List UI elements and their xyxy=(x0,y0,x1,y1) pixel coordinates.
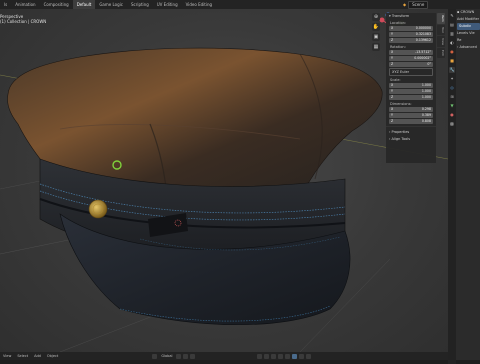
rotation-y-field[interactable]: Y 0.000002° xyxy=(389,56,433,61)
rotation-x-field[interactable]: X -13.5712° xyxy=(389,50,433,55)
tab-video-editing[interactable]: Video Editing xyxy=(182,0,216,9)
transform-orientation-select[interactable]: Global xyxy=(158,354,175,358)
tab-scripting[interactable]: Scripting xyxy=(127,0,153,9)
tab-game-logic[interactable]: Game Logic xyxy=(95,0,127,9)
tab-compositing[interactable]: Compositing xyxy=(40,0,73,9)
sidebar-tabs: Item Tool View Edit xyxy=(437,13,447,58)
scene-icon-tab[interactable]: ◐ xyxy=(449,40,455,46)
select-menu[interactable]: Select xyxy=(14,354,31,358)
modifier-wrench-icon[interactable]: 🔧 xyxy=(449,67,455,73)
sidebar-transform-panel: ▾ Transform Location: X 0.000000 Y 0.32108… xyxy=(386,13,436,163)
constraints-icon[interactable]: ⊞ xyxy=(449,94,455,100)
rotation-z-field[interactable]: Z 0° xyxy=(389,62,433,67)
tab-tool[interactable]: Tool xyxy=(437,24,445,35)
tab-edit[interactable]: Edit xyxy=(437,47,445,58)
location-y-field[interactable]: Y 0.321083 xyxy=(389,32,433,37)
location-z-field[interactable]: Z 0.139612 xyxy=(389,38,433,43)
modifier-panel: ▪ CROWN Add Modifier Subdiv Levels Vie R… xyxy=(457,9,480,51)
view-menu[interactable]: View xyxy=(0,354,14,358)
scale-z-field[interactable]: Z 1.000 xyxy=(389,95,433,100)
solid-shading-icon[interactable] xyxy=(292,353,298,359)
tab-default[interactable]: Default xyxy=(72,0,96,9)
output-icon[interactable]: ▥ xyxy=(449,31,455,37)
add-modifier-button[interactable]: Add Modifier xyxy=(457,16,480,23)
texture-icon[interactable]: ▩ xyxy=(449,121,455,127)
particles-icon[interactable]: ✦ xyxy=(449,76,455,82)
collection-label: (1) Collection | CROWN xyxy=(0,19,47,24)
material-icon[interactable]: ● xyxy=(449,112,455,118)
align-tools-header[interactable]: › Align Tools xyxy=(386,136,436,143)
zoom-icon[interactable]: ⊕ xyxy=(372,13,380,21)
proportional-edit-icon[interactable] xyxy=(190,353,196,359)
3d-viewport[interactable]: Perspective (1) Collection | CROWN ⊕ ✋ ▣… xyxy=(0,9,448,352)
physics-icon[interactable]: ◎ xyxy=(449,85,455,91)
tab-item[interactable]: Item xyxy=(437,13,445,24)
world-icon[interactable]: ● xyxy=(449,49,455,55)
camera-icon[interactable]: ▣ xyxy=(372,33,380,41)
scale-y-field[interactable]: Y 1.000 xyxy=(389,89,433,94)
tab-uv-editing[interactable]: UV Editing xyxy=(153,0,182,9)
dimensions-z-field[interactable]: Z 0.808 xyxy=(389,119,433,124)
viewport-tools: ⊕ ✋ ▣ ▦ xyxy=(372,13,380,51)
dimensions-x-field[interactable]: X 0.298 xyxy=(389,107,433,112)
tool-icon[interactable]: ✎ xyxy=(449,13,455,19)
render-icon[interactable]: ▤ xyxy=(449,22,455,28)
advanced-header[interactable]: › Advanced xyxy=(457,44,480,51)
modifier-row[interactable]: Subdiv xyxy=(457,23,480,30)
panel-divider xyxy=(386,126,436,127)
material-shading-icon[interactable] xyxy=(299,353,305,359)
pivot-icon[interactable] xyxy=(176,353,182,359)
properties-tab-strip: ✎ ▤ ▥ ◐ ● ■ 🔧 ✦ ◎ ⊞ ▼ ● ▩ xyxy=(448,9,456,364)
rotation-mode-select[interactable]: XYZ Euler xyxy=(389,68,433,76)
scene-render xyxy=(0,47,448,352)
scene-name[interactable]: Scene xyxy=(408,0,429,9)
gizmo-toggle-icon[interactable] xyxy=(264,353,270,359)
workspace-tabs-bar: ls Animation Compositing Default Game Lo… xyxy=(0,0,480,9)
tab-animation[interactable]: Animation xyxy=(11,0,39,9)
render-levels-label[interactable]: Re xyxy=(457,37,480,44)
snap-icon[interactable] xyxy=(183,353,189,359)
brass-button xyxy=(88,199,108,219)
properties-editor: ✎ ▤ ▥ ◐ ● ■ 🔧 ✦ ◎ ⊞ ▼ ● ▩ ▪ CROWN Add Mo… xyxy=(448,9,480,364)
add-menu[interactable]: Add xyxy=(31,354,44,358)
scene-selector[interactable]: ◆ Scene xyxy=(403,0,429,9)
data-icon[interactable]: ▼ xyxy=(449,103,455,109)
location-x-field[interactable]: X 0.000000 xyxy=(389,26,433,31)
rendered-shading-icon[interactable] xyxy=(306,353,312,359)
overlay-icon[interactable] xyxy=(271,353,277,359)
scale-x-field[interactable]: X 1.000 xyxy=(389,83,433,88)
object-name-row[interactable]: ▪ CROWN xyxy=(457,9,480,16)
viewport-header: View Select Add Object Global xyxy=(0,352,448,360)
scene-icon: ◆ xyxy=(403,2,407,7)
hand-icon[interactable]: ✋ xyxy=(372,23,380,31)
grid-icon[interactable]: ▦ xyxy=(372,43,380,51)
tab-view[interactable]: View xyxy=(437,35,445,47)
visibility-icon[interactable] xyxy=(257,353,263,359)
dimensions-y-field[interactable]: Y 0.389 xyxy=(389,113,433,118)
object-menu[interactable]: Object xyxy=(44,354,61,358)
tab-first[interactable]: ls xyxy=(0,0,11,9)
orientation-icon[interactable] xyxy=(152,353,158,359)
xray-icon[interactable] xyxy=(278,353,284,359)
levels-viewport-label[interactable]: Levels Vie xyxy=(457,30,480,37)
properties-header[interactable]: › Properties xyxy=(386,129,436,136)
object-icon[interactable]: ■ xyxy=(449,58,455,64)
transform-header[interactable]: ▾ Transform xyxy=(386,13,436,20)
wireframe-shading-icon[interactable] xyxy=(285,353,291,359)
